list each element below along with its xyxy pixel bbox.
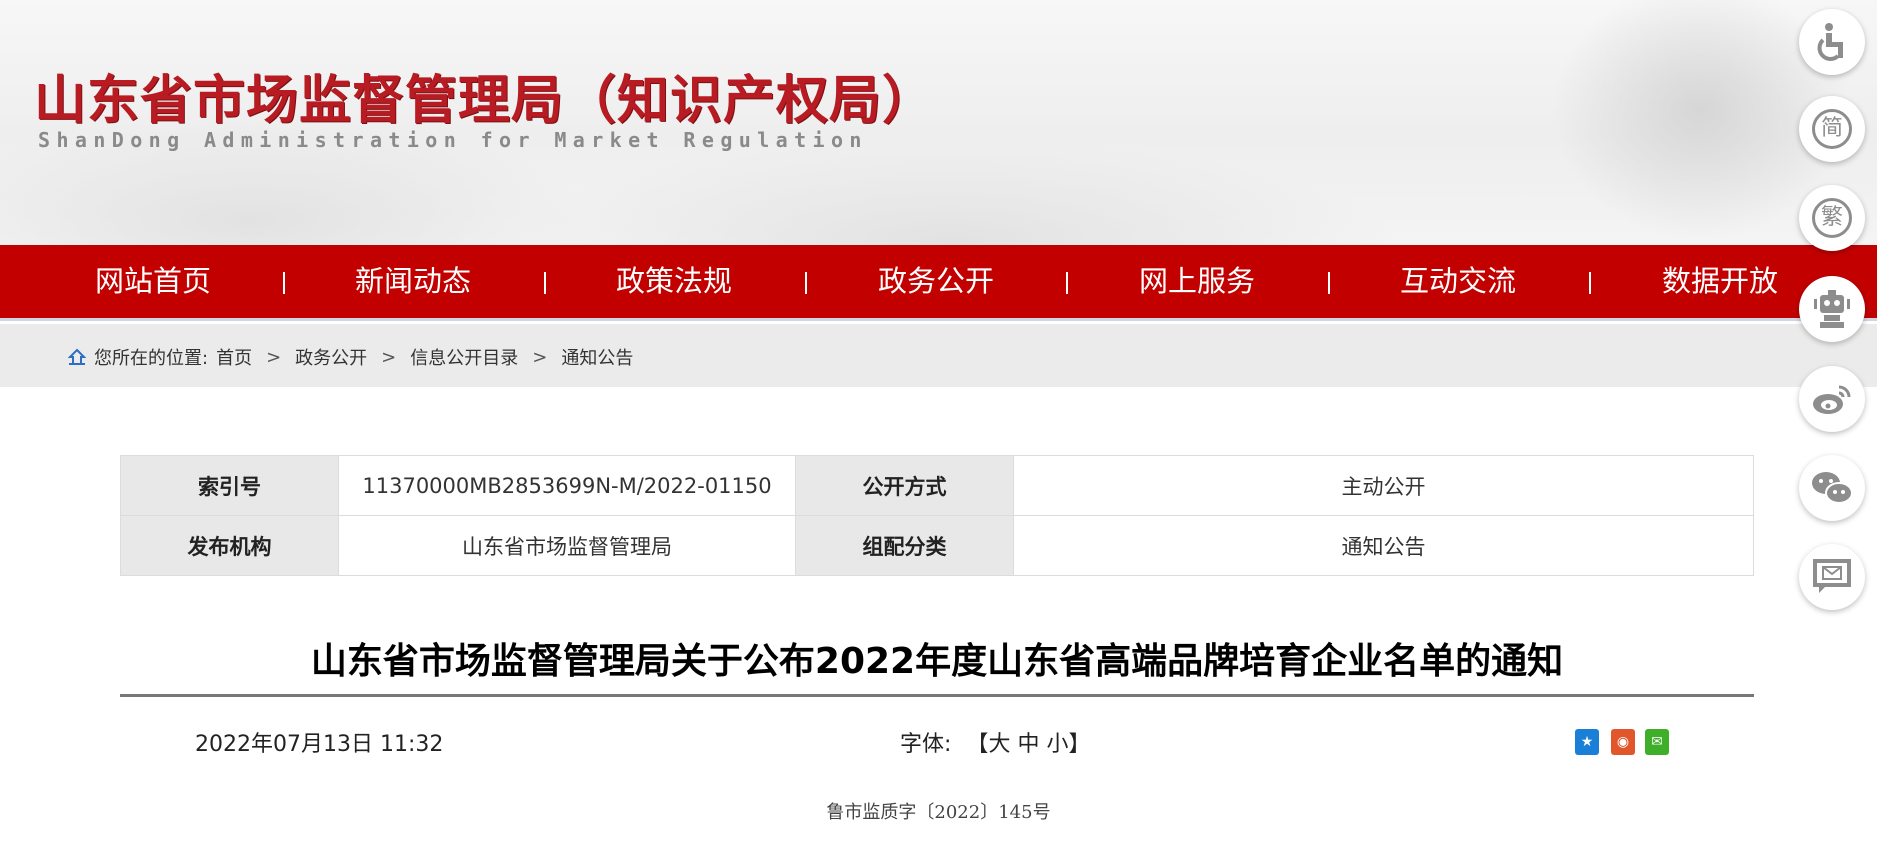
font-medium-button[interactable]: 中 — [1017, 732, 1039, 757]
weibo-button[interactable] — [1799, 366, 1865, 432]
index-label: 索引号 — [120, 455, 339, 516]
disclosure-label: 公开方式 — [795, 455, 1014, 516]
chatbot-button[interactable] — [1799, 276, 1865, 342]
nav-divider — [283, 272, 285, 294]
table-row: 发布机构 山东省市场监督管理局 组配分类 通知公告 — [120, 515, 1754, 576]
background-decoration — [500, 140, 1400, 245]
nav-gov-affairs[interactable]: 政务公开 — [826, 245, 1046, 318]
bracket: 】 — [1068, 732, 1091, 757]
breadcrumb-separator: > — [381, 346, 397, 368]
simplified-chinese-button[interactable]: 简 — [1799, 96, 1865, 162]
accessibility-button[interactable] — [1799, 9, 1865, 75]
home-icon — [68, 348, 86, 365]
nav-policy[interactable]: 政策法规 — [564, 245, 784, 318]
traditional-icon: 繁 — [1812, 198, 1852, 238]
nav-divider — [1328, 272, 1330, 294]
breadcrumb-info-catalog[interactable]: 信息公开目录 — [410, 344, 518, 370]
font-small-button[interactable]: 小 — [1046, 732, 1068, 757]
document-metadata-table: 索引号 11370000MB2853699N-M/2022-01150 公开方式… — [120, 455, 1754, 576]
nav-news[interactable]: 新闻动态 — [303, 245, 523, 318]
breadcrumb-prefix: 您所在的位置: — [94, 348, 209, 369]
feedback-button[interactable] — [1799, 544, 1865, 610]
site-logo-subtitle: ShanDong Administration for Market Regul… — [38, 128, 868, 152]
font-large-button[interactable]: 大 — [988, 732, 1010, 757]
title-divider — [120, 694, 1754, 697]
weibo-icon — [1813, 385, 1851, 414]
nav-interaction[interactable]: 互动交流 — [1348, 245, 1568, 318]
font-size-label: 字体: — [900, 732, 952, 757]
table-row: 索引号 11370000MB2853699N-M/2022-01150 公开方式… — [120, 455, 1754, 516]
breadcrumb-separator: > — [532, 346, 548, 368]
wechat-icon — [1812, 472, 1853, 504]
breadcrumb-home[interactable]: 首页 — [216, 344, 252, 370]
robot-icon — [1814, 290, 1850, 328]
nav-divider — [1589, 272, 1591, 294]
nav-divider — [544, 272, 546, 294]
main-nav: 网站首页 新闻动态 政策法规 政务公开 网上服务 互动交流 数据开放 — [0, 245, 1877, 321]
breadcrumb: 您所在的位置: 首页 > 政务公开 > 信息公开目录 > 通知公告 — [68, 344, 633, 370]
share-qzone-icon[interactable]: ★ — [1575, 729, 1599, 755]
font-size-control: 字体: 【大 中 小】 — [900, 726, 1091, 758]
traditional-chinese-button[interactable]: 繁 — [1799, 185, 1865, 251]
article-title: 山东省市场监督管理局关于公布2022年度山东省高端品牌培育企业名单的通知 — [310, 641, 1564, 682]
site-logo-title[interactable]: 山东省市场监督管理局（知识产权局） — [34, 58, 935, 133]
breadcrumb-bar: 您所在的位置: 首页 > 政务公开 > 信息公开目录 > 通知公告 — [0, 324, 1877, 387]
nav-open-data[interactable]: 数据开放 — [1610, 245, 1830, 318]
category-label: 组配分类 — [795, 515, 1014, 576]
nav-divider — [805, 272, 807, 294]
bracket: 【 — [966, 732, 989, 757]
nav-home[interactable]: 网站首页 — [43, 245, 263, 318]
message-icon — [1813, 559, 1851, 593]
nav-divider — [1066, 272, 1068, 294]
publish-date: 2022年07月13日 11:32 — [195, 732, 444, 757]
document-number: 鲁市监质字〔2022〕145号 — [826, 802, 1051, 823]
share-wechat-icon[interactable]: ✉ — [1645, 729, 1669, 755]
breadcrumb-gov-affairs[interactable]: 政务公开 — [295, 344, 367, 370]
breadcrumb-notices[interactable]: 通知公告 — [561, 344, 633, 370]
category-value: 通知公告 — [1013, 515, 1754, 576]
wechat-button[interactable] — [1799, 455, 1865, 521]
publisher-value: 山东省市场监督管理局 — [338, 515, 796, 576]
wheelchair-icon — [1817, 23, 1843, 61]
share-weibo-icon[interactable]: ◉ — [1611, 729, 1635, 755]
nav-online-services[interactable]: 网上服务 — [1087, 245, 1307, 318]
index-value: 11370000MB2853699N-M/2022-01150 — [338, 455, 796, 516]
site-header: 山东省市场监督管理局（知识产权局） ShanDong Administratio… — [0, 0, 1877, 245]
breadcrumb-separator: > — [266, 346, 282, 368]
publisher-label: 发布机构 — [120, 515, 339, 576]
simplified-icon: 简 — [1812, 109, 1852, 149]
disclosure-value: 主动公开 — [1013, 455, 1754, 516]
